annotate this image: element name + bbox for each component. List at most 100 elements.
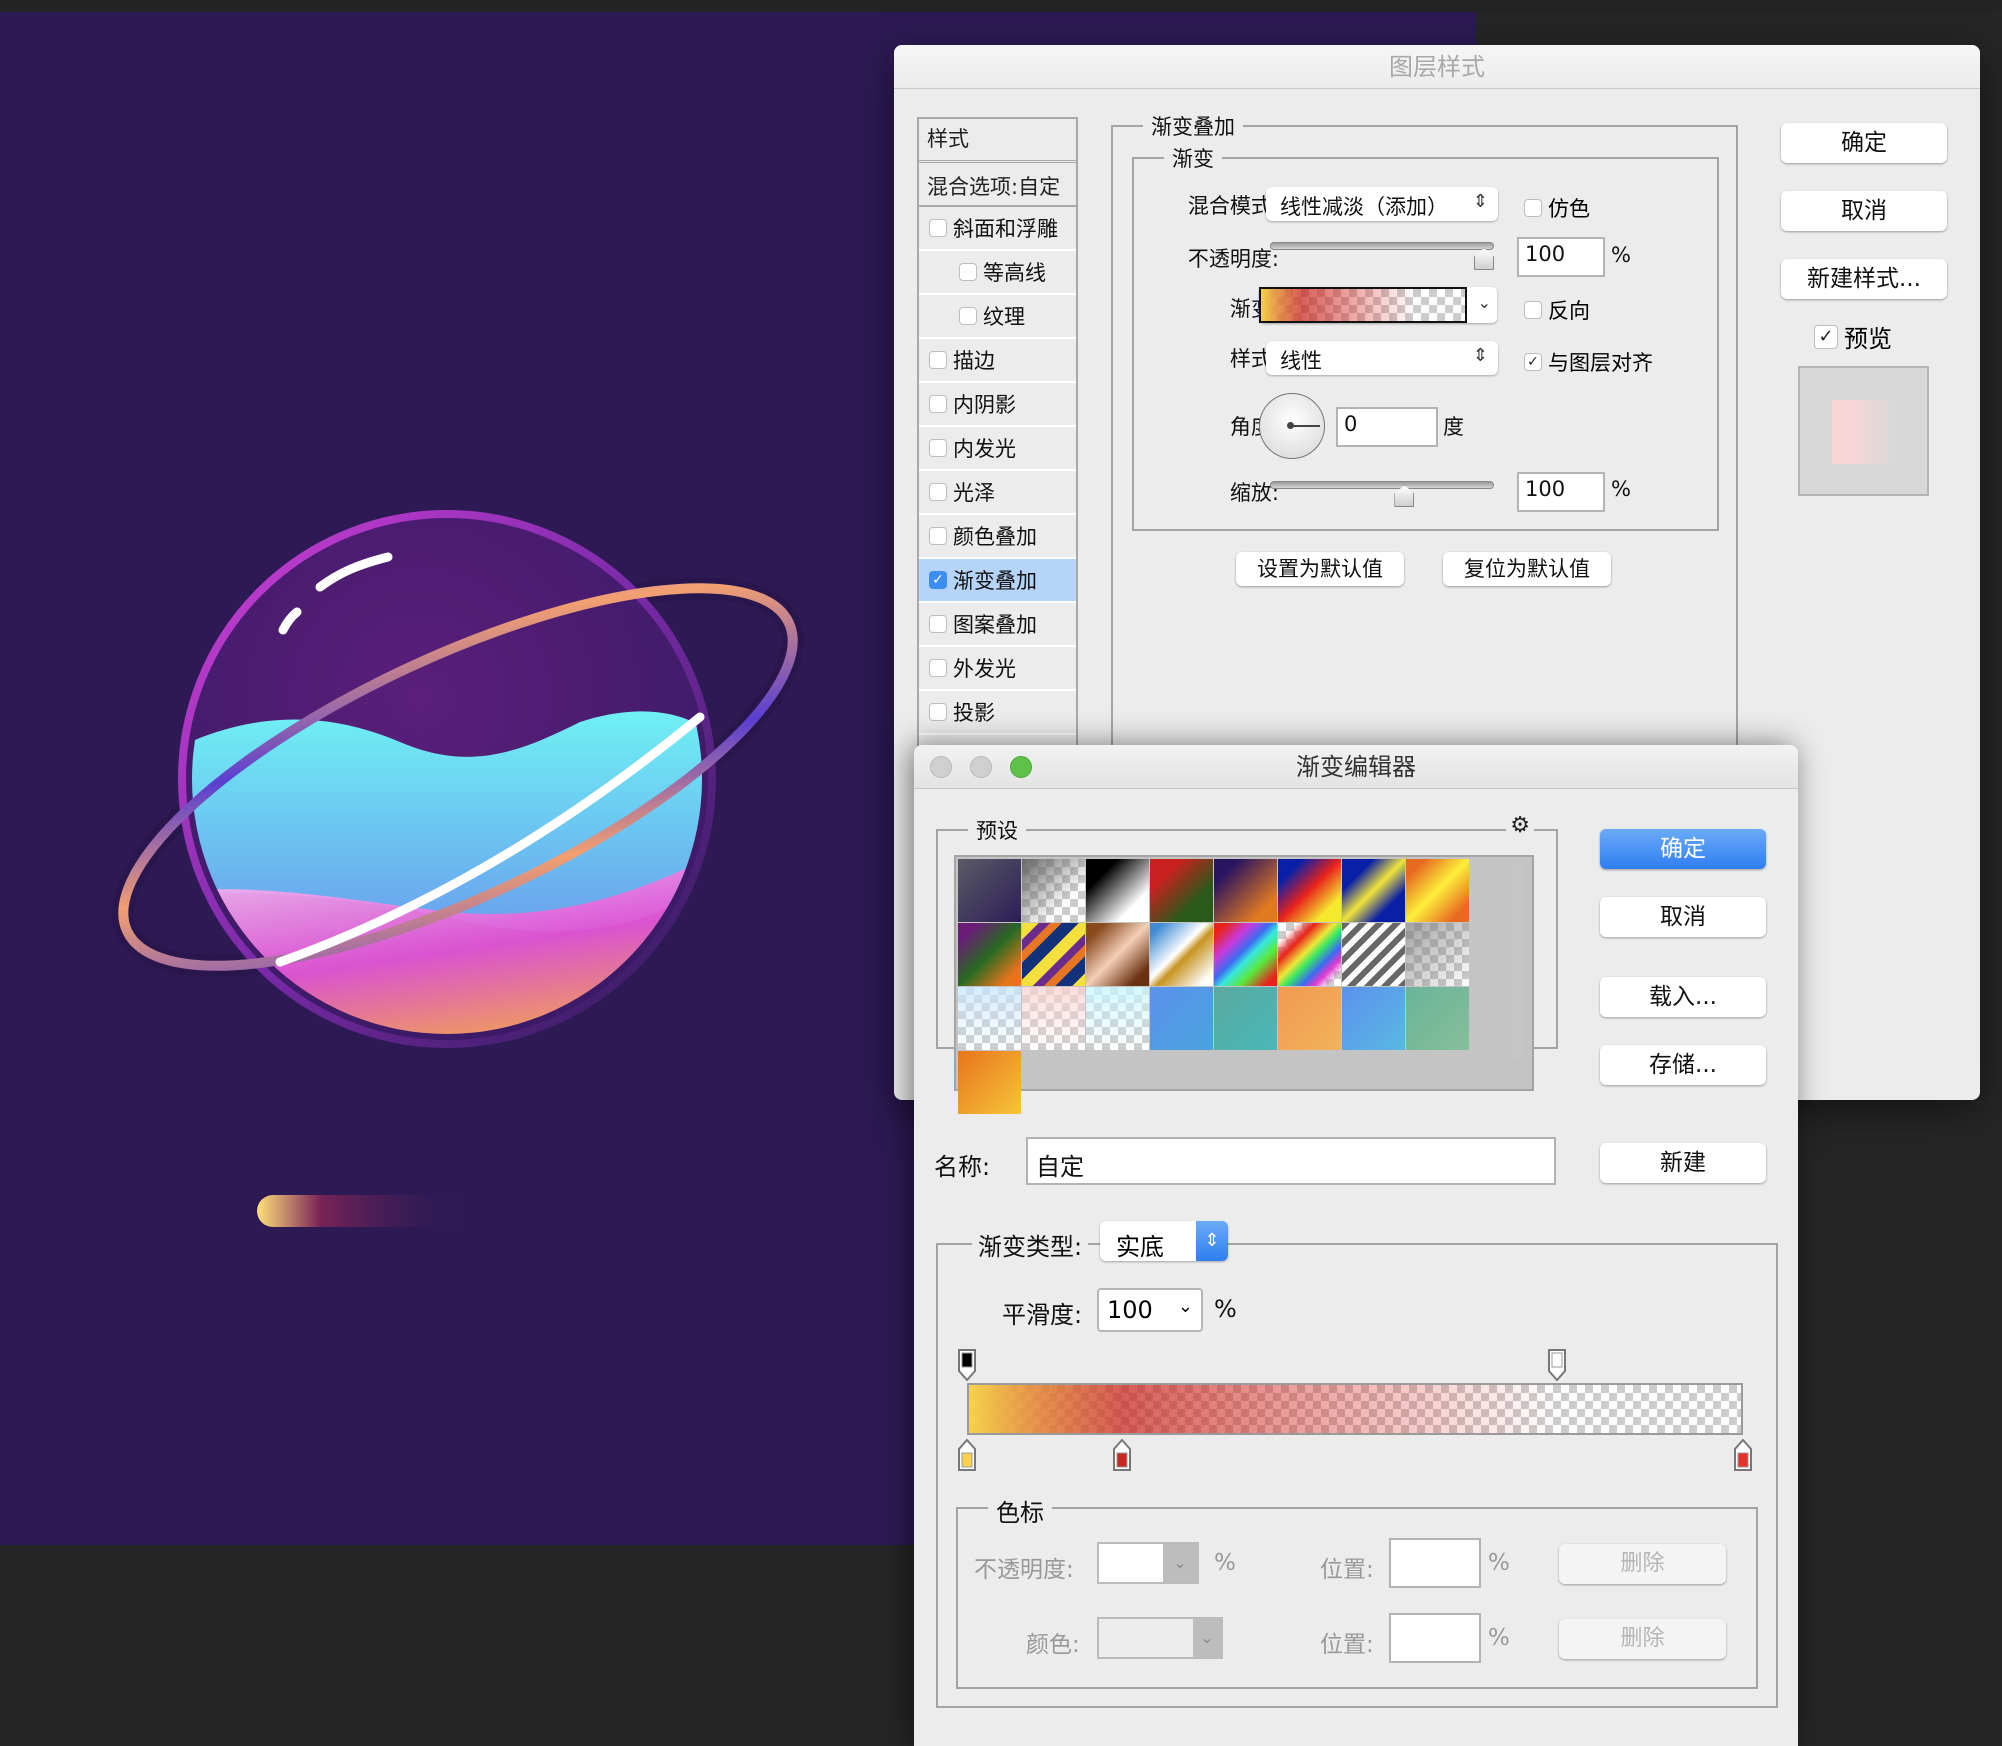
delete-color-stop-button[interactable]: 删除: [1559, 1619, 1726, 1659]
sidebar-item[interactable]: 内发光: [919, 427, 1076, 471]
preset-swatch-red-green[interactable]: [1150, 859, 1213, 922]
cancel-button[interactable]: 取消: [1600, 897, 1766, 937]
preset-swatch-sky-blue[interactable]: [1342, 987, 1405, 1050]
close-window-button[interactable]: [930, 756, 952, 778]
opacity-stop[interactable]: [1547, 1349, 1567, 1382]
gradient-swatch[interactable]: [1259, 287, 1467, 323]
opacity-slider[interactable]: [1270, 242, 1494, 250]
checkbox-icon[interactable]: [929, 659, 947, 677]
stop-color-swatch[interactable]: ⌄: [1097, 1617, 1223, 1659]
preset-scrollbar[interactable]: [1512, 865, 1524, 1060]
load-button[interactable]: 载入...: [1600, 977, 1766, 1017]
new-style-button[interactable]: 新建样式...: [1781, 259, 1947, 299]
cancel-button[interactable]: 取消: [1781, 191, 1947, 231]
sidebar-item-label: 等高线: [983, 261, 1046, 285]
dither-checkbox[interactable]: 仿色: [1524, 193, 1590, 223]
preset-swatch-transparent-rainbow[interactable]: [1278, 923, 1341, 986]
set-default-button[interactable]: 设置为默认值: [1236, 552, 1404, 586]
checkbox-icon[interactable]: [929, 351, 947, 369]
style-select[interactable]: 线性 ⇕: [1266, 341, 1498, 375]
opacity-position-label: 位置:: [1320, 1557, 1374, 1583]
sidebar-header[interactable]: 样式: [919, 119, 1076, 163]
checkbox-icon[interactable]: [959, 307, 977, 325]
preset-swatch-stripes-yellow-violet[interactable]: [1022, 923, 1085, 986]
preset-swatch-transparent-stripes[interactable]: [1342, 923, 1405, 986]
checkbox-icon[interactable]: [929, 395, 947, 413]
delete-opacity-stop-button[interactable]: 删除: [1559, 1544, 1726, 1584]
preset-swatch-teal[interactable]: [1214, 987, 1277, 1050]
preset-swatch-orange[interactable]: [1278, 987, 1341, 1050]
preset-swatch-light-blue-transparent[interactable]: [958, 987, 1021, 1050]
color-stop[interactable]: [957, 1438, 977, 1471]
align-with-layer-checkbox[interactable]: ✓ 与图层对齐: [1524, 347, 1653, 377]
checkbox-icon[interactable]: [929, 219, 947, 237]
color-stop[interactable]: [1112, 1438, 1132, 1471]
checkbox-icon[interactable]: [929, 439, 947, 457]
smoothness-label: 平滑度:: [1002, 1301, 1083, 1329]
gear-icon[interactable]: ⚙: [1506, 813, 1534, 838]
scale-slider[interactable]: [1270, 481, 1494, 489]
preset-swatch-orange-yellow-orange[interactable]: [1406, 859, 1469, 922]
checkbox-icon[interactable]: [929, 483, 947, 501]
sidebar-item[interactable]: 颜色叠加: [919, 515, 1076, 559]
gradient-bar[interactable]: [967, 1383, 1743, 1435]
sidebar-item[interactable]: ✓ 渐变叠加: [919, 559, 1076, 603]
color-position-input[interactable]: [1389, 1613, 1481, 1663]
preset-swatch-violet-green-orange[interactable]: [958, 923, 1021, 986]
preset-swatch-purple-dark[interactable]: [958, 859, 1021, 922]
checkbox-icon[interactable]: [929, 527, 947, 545]
preset-swatch-gray-transparent[interactable]: [1022, 859, 1085, 922]
preset-swatch-pink-transparent[interactable]: [1022, 987, 1085, 1050]
checkbox-icon[interactable]: [959, 263, 977, 281]
blend-mode-select[interactable]: 线性减淡（添加） ⇕: [1266, 187, 1498, 221]
sidebar-item[interactable]: 内阴影: [919, 383, 1076, 427]
color-position-unit: %: [1488, 1625, 1510, 1651]
ok-button[interactable]: 确定: [1600, 829, 1766, 869]
preset-swatch-blue-red-yellow[interactable]: [1278, 859, 1341, 922]
sidebar-item[interactable]: 斜面和浮雕: [919, 207, 1076, 251]
preset-swatch-chrome[interactable]: [1150, 923, 1213, 986]
opacity-position-input[interactable]: [1389, 1538, 1481, 1588]
gradient-picker[interactable]: ⌄: [1259, 287, 1497, 323]
preset-swatch-neutral-density[interactable]: [1406, 923, 1469, 986]
angle-input[interactable]: 0: [1336, 407, 1438, 447]
minimize-window-button[interactable]: [970, 756, 992, 778]
sidebar-item[interactable]: 光泽: [919, 471, 1076, 515]
sidebar-item[interactable]: 纹理: [919, 295, 1076, 339]
checkbox-icon[interactable]: [929, 615, 947, 633]
new-button[interactable]: 新建: [1600, 1143, 1766, 1183]
checkbox-icon[interactable]: [929, 703, 947, 721]
preset-swatch-spectrum[interactable]: [1214, 923, 1277, 986]
preset-swatch-orange-yellow[interactable]: [958, 1051, 1021, 1114]
smoothness-select[interactable]: 100 ⌄: [1097, 1288, 1203, 1332]
stop-opacity-input[interactable]: ⌄: [1097, 1542, 1199, 1584]
sidebar-blend-options[interactable]: 混合选项:自定: [919, 163, 1076, 207]
preset-swatch-green[interactable]: [1406, 987, 1469, 1050]
opacity-input[interactable]: 100: [1517, 237, 1605, 277]
stop-opacity-unit: %: [1214, 1550, 1236, 1576]
checkmark-icon[interactable]: ✓: [929, 571, 947, 589]
reverse-checkbox[interactable]: 反向: [1524, 295, 1590, 325]
preset-swatch-copper[interactable]: [1086, 923, 1149, 986]
preset-swatch-blue[interactable]: [1150, 987, 1213, 1050]
gradient-type-select[interactable]: 实底 ⇕: [1100, 1221, 1228, 1261]
sidebar-item[interactable]: 等高线: [919, 251, 1076, 295]
sidebar-item[interactable]: 描边: [919, 339, 1076, 383]
scale-input[interactable]: 100: [1517, 472, 1605, 512]
save-button[interactable]: 存储...: [1600, 1045, 1766, 1085]
angle-dial[interactable]: [1259, 393, 1325, 459]
zoom-window-button[interactable]: [1010, 756, 1032, 778]
sidebar-item[interactable]: 外发光: [919, 647, 1076, 691]
preset-swatch-violet-orange[interactable]: [1214, 859, 1277, 922]
sidebar-item[interactable]: 图案叠加: [919, 603, 1076, 647]
sidebar-item[interactable]: 投影: [919, 691, 1076, 735]
opacity-stop[interactable]: [957, 1349, 977, 1382]
preview-checkbox[interactable]: ✓ 预览: [1814, 319, 1892, 354]
ok-button[interactable]: 确定: [1781, 123, 1947, 163]
preset-swatch-blue-yellow-blue[interactable]: [1342, 859, 1405, 922]
reset-default-button[interactable]: 复位为默认值: [1443, 552, 1611, 586]
color-stop[interactable]: [1733, 1438, 1753, 1471]
name-input[interactable]: 自定: [1026, 1137, 1556, 1185]
preset-swatch-cyan-transparent[interactable]: [1086, 987, 1149, 1050]
preset-swatch-black-white[interactable]: [1086, 859, 1149, 922]
